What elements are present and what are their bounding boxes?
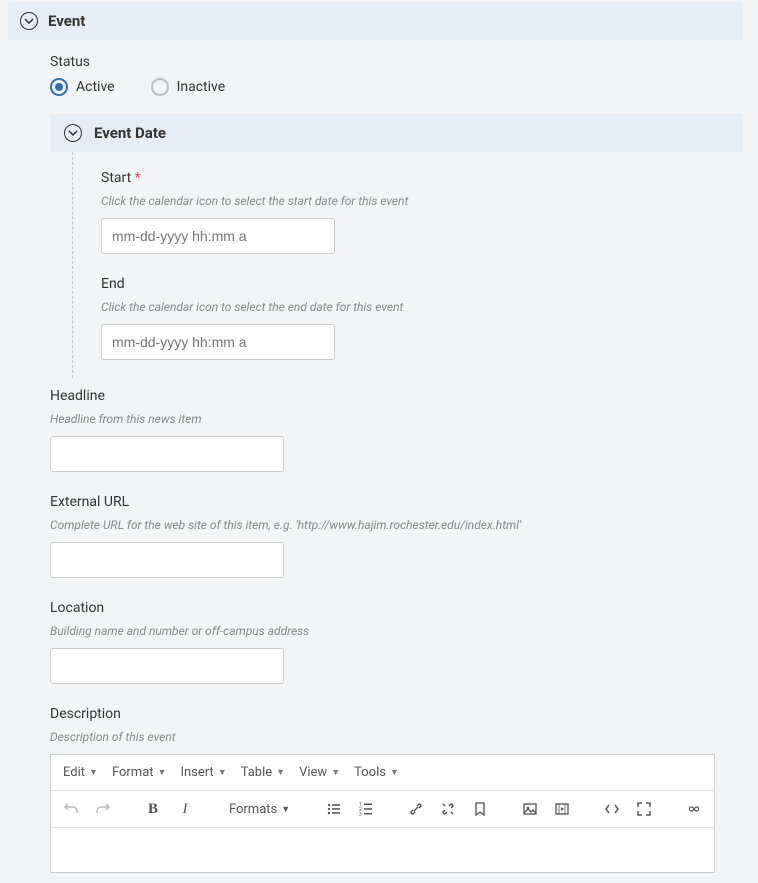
anchor-button[interactable] xyxy=(466,795,494,823)
bullet-list-button[interactable] xyxy=(320,795,348,823)
menu-tools[interactable]: Tools▼ xyxy=(348,761,405,784)
undo-button[interactable] xyxy=(57,795,85,823)
link-button[interactable] xyxy=(402,795,430,823)
italic-button[interactable]: I xyxy=(171,795,199,823)
editor-toolbar: B I Formats▼ 123 xyxy=(51,791,714,828)
status-active-label: Active xyxy=(76,79,115,95)
event-panel-header: Event xyxy=(8,2,743,40)
menu-format[interactable]: Format▼ xyxy=(106,761,173,784)
menu-edit[interactable]: Edit▼ xyxy=(57,761,104,784)
menu-insert[interactable]: Insert▼ xyxy=(174,761,232,784)
status-radio-group: Active Inactive xyxy=(50,78,743,96)
start-date-input[interactable] xyxy=(101,218,335,254)
undo-icon xyxy=(63,801,79,817)
menu-table[interactable]: Table▼ xyxy=(235,761,291,784)
image-button[interactable] xyxy=(516,795,544,823)
fullscreen-button[interactable] xyxy=(630,795,658,823)
description-label: Description xyxy=(50,706,715,722)
number-list-icon: 123 xyxy=(358,801,374,817)
link-icon xyxy=(408,801,424,817)
redo-button[interactable] xyxy=(89,795,117,823)
radio-off-icon xyxy=(151,78,169,96)
formats-dropdown[interactable]: Formats▼ xyxy=(221,798,298,821)
status-label: Status xyxy=(50,54,743,70)
redo-icon xyxy=(95,801,111,817)
image-icon xyxy=(522,801,538,817)
event-panel-title: Event xyxy=(48,12,85,30)
code-icon xyxy=(604,801,620,817)
media-button[interactable] xyxy=(548,795,576,823)
editor-menubar: Edit▼ Format▼ Insert▼ Table▼ View▼ Tools… xyxy=(51,755,714,791)
location-label: Location xyxy=(50,600,715,616)
menu-view[interactable]: View▼ xyxy=(293,761,346,784)
headline-label: Headline xyxy=(50,388,715,404)
bookmark-icon xyxy=(472,801,488,817)
number-list-button[interactable]: 123 xyxy=(352,795,380,823)
source-code-button[interactable] xyxy=(598,795,626,823)
start-help: Click the calendar icon to select the st… xyxy=(101,194,743,208)
collapse-event-date-button[interactable] xyxy=(64,124,82,142)
status-inactive-label: Inactive xyxy=(177,79,226,95)
external-url-label: External URL xyxy=(50,494,715,510)
external-url-help: Complete URL for the web site of this it… xyxy=(50,518,715,532)
infinity-icon xyxy=(686,801,702,817)
fullscreen-icon xyxy=(636,801,652,817)
collapse-event-button[interactable] xyxy=(20,12,38,30)
unlink-icon xyxy=(440,801,456,817)
chevron-down-icon xyxy=(68,128,78,138)
end-date-input[interactable] xyxy=(101,324,335,360)
rich-text-editor: Edit▼ Format▼ Insert▼ Table▼ View▼ Tools… xyxy=(50,754,715,873)
media-icon xyxy=(554,801,570,817)
bold-button[interactable]: B xyxy=(139,795,167,823)
bullet-list-icon xyxy=(326,801,342,817)
event-date-panel-header: Event Date xyxy=(50,114,743,152)
radio-on-icon xyxy=(50,78,68,96)
location-input[interactable] xyxy=(50,648,284,684)
end-help: Click the calendar icon to select the en… xyxy=(101,300,743,314)
status-active-radio[interactable]: Active xyxy=(50,78,115,96)
end-label: End xyxy=(101,276,743,292)
start-label: Start * xyxy=(101,170,743,186)
headline-help: Headline from this news item xyxy=(50,412,715,426)
chevron-down-icon xyxy=(24,16,34,26)
description-help: Description of this event xyxy=(50,730,715,744)
external-url-input[interactable] xyxy=(50,542,284,578)
special-link-button[interactable] xyxy=(680,795,708,823)
headline-input[interactable] xyxy=(50,436,284,472)
location-help: Building name and number or off-campus a… xyxy=(50,624,715,638)
editor-content-area[interactable] xyxy=(51,828,714,872)
unlink-button[interactable] xyxy=(434,795,462,823)
svg-text:3: 3 xyxy=(359,812,362,817)
status-inactive-radio[interactable]: Inactive xyxy=(151,78,226,96)
event-date-title: Event Date xyxy=(94,124,166,142)
